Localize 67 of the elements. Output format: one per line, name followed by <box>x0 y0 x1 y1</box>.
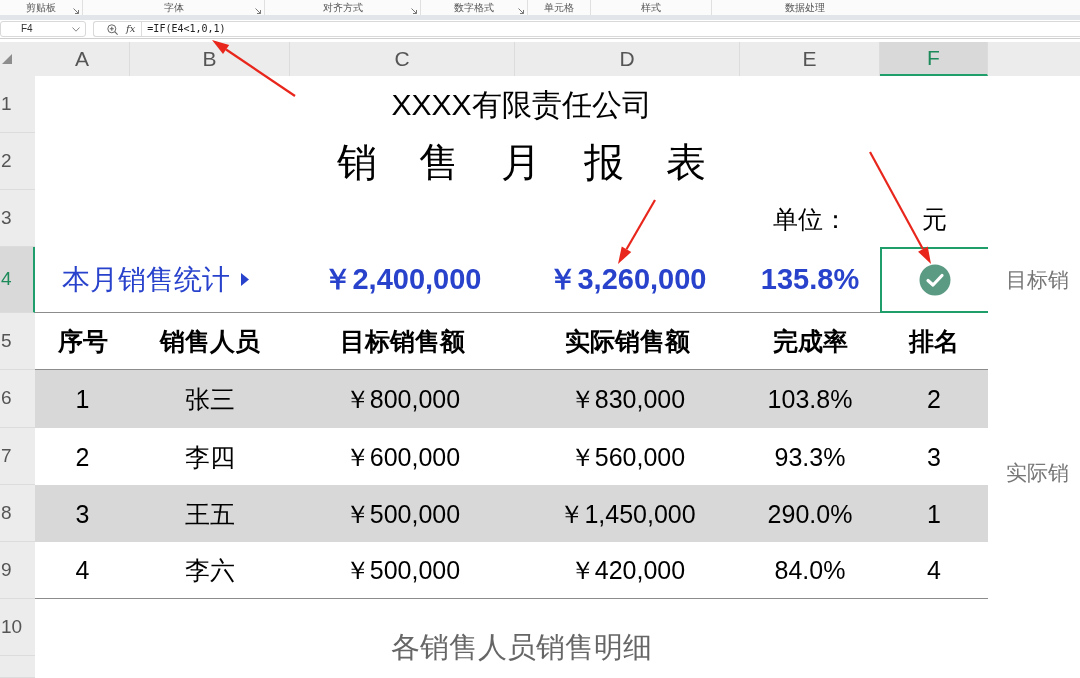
unit-label: 单位： <box>772 203 848 234</box>
table-cell: 张三 <box>130 370 290 428</box>
table-cell: ￥830,000 <box>515 370 740 428</box>
selected-cell[interactable] <box>880 247 988 313</box>
table-cell: 王五 <box>130 485 290 542</box>
column-header[interactable]: D <box>515 42 740 76</box>
row-header[interactable]: 9 <box>0 542 35 599</box>
report-title: 销 售 月 报 表 <box>337 138 706 186</box>
launcher-arrow-icon[interactable] <box>411 8 417 14</box>
select-all-icon[interactable] <box>2 54 12 64</box>
table-cell-text: ￥560,000 <box>568 441 687 473</box>
table-cell: 1 <box>35 370 130 428</box>
unit-value: 元 <box>921 203 947 234</box>
row-header[interactable]: 7 <box>0 428 35 485</box>
chevron-down-icon[interactable] <box>72 26 80 32</box>
ribbon-group-label: 数据处理 <box>785 1 825 14</box>
launcher-arrow-icon[interactable] <box>255 8 261 14</box>
table-cell: ￥500,000 <box>290 485 515 542</box>
chart-title: 各销售人员销售明细 <box>391 630 652 665</box>
row-header[interactable]: 3 <box>0 190 35 247</box>
summary-value: ￥2,400,000 <box>323 262 482 297</box>
ribbon-group-label: 单元格 <box>544 1 574 14</box>
row-header[interactable]: 2 <box>0 133 35 190</box>
name-box[interactable]: F4 <box>0 21 86 37</box>
table-cell: 4 <box>35 542 130 599</box>
table-cell: ￥800,000 <box>290 370 515 428</box>
table-cell: 1 <box>880 485 988 542</box>
column-header[interactable]: C <box>290 42 515 76</box>
ribbon-group-label: 剪贴板 <box>26 1 56 14</box>
table-cell: ￥1,450,000 <box>515 485 740 542</box>
company-name: XXXX有限责任公司 <box>391 86 652 123</box>
table-cell: 84.0% <box>740 542 880 599</box>
table-cell: 290.0% <box>740 485 880 542</box>
ribbon-group-label: 字体 <box>163 1 184 14</box>
summary-value: ￥3,260,000 <box>548 262 707 297</box>
annotation-arrow <box>618 199 656 264</box>
column-header[interactable]: A <box>35 42 130 76</box>
table-cell-text: ￥600,000 <box>343 441 462 473</box>
table-cell: ￥500,000 <box>290 542 515 599</box>
table-cell: 李六 <box>130 542 290 599</box>
summary-value: 135.8% <box>760 262 860 297</box>
table-cell-text: 3 <box>926 441 942 473</box>
row-header[interactable]: 5 <box>0 313 35 370</box>
ribbon-group-label: 对齐方式 <box>322 1 363 14</box>
table-cell-text: 李四 <box>184 441 236 473</box>
row-header[interactable]: 8 <box>0 485 35 542</box>
ribbon-group-label: 数字格式 <box>454 1 494 14</box>
table-cell-text: 2 <box>74 441 91 473</box>
zoom-in-icon[interactable] <box>107 23 118 35</box>
table-cell: 3 <box>35 485 130 542</box>
row-header[interactable]: 10 <box>0 599 35 656</box>
table-cell: 4 <box>880 542 988 599</box>
chart-label: 实际销 <box>1006 459 1069 485</box>
chart-label: 目标销 <box>1006 267 1069 293</box>
launcher-arrow-icon[interactable] <box>518 8 524 14</box>
table-cell: ￥420,000 <box>515 542 740 599</box>
insert-function-button[interactable]: fx <box>126 23 136 35</box>
table-cell-text: 93.3% <box>773 441 847 473</box>
triangle-icon <box>241 273 249 286</box>
row-header[interactable]: 1 <box>0 76 35 133</box>
formula-input-field[interactable]: =IF(E4<1,0,1) <box>141 22 1080 36</box>
summary-label: 本月销售统计 <box>62 262 230 297</box>
launcher-arrow-icon[interactable] <box>73 8 79 14</box>
table-cell: 2 <box>880 370 988 428</box>
ribbon-group-label: 样式 <box>641 1 661 14</box>
row-header[interactable]: 6 <box>0 370 35 428</box>
table-cell: 103.8% <box>740 370 880 428</box>
